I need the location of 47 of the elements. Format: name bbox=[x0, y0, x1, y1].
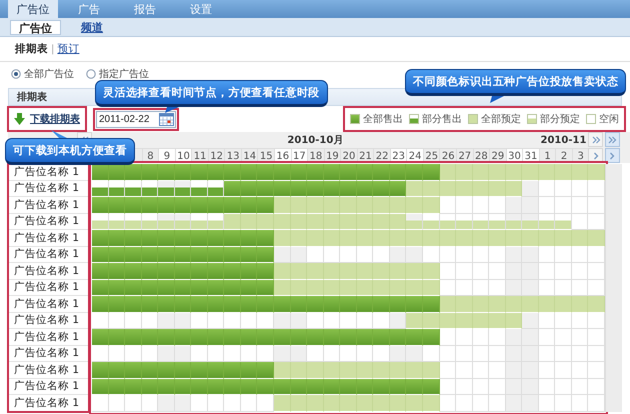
ad-slot-name: 广告位名称 1 bbox=[8, 329, 89, 346]
ad-slot-name: 广告位名称 1 bbox=[8, 395, 89, 412]
ad-slot-name: 广告位名称 1 bbox=[8, 362, 89, 378]
legend-label: 全部预定 bbox=[481, 112, 521, 126]
day-header: 20 bbox=[340, 148, 357, 163]
page-tab[interactable]: 预订 bbox=[57, 42, 80, 56]
tab-separator: | bbox=[51, 44, 54, 54]
nav-tab[interactable]: 广告位 bbox=[8, 0, 58, 18]
callout-tooltip: 可下载到本机方便查看 bbox=[5, 130, 135, 165]
month-label: 2010-10月 bbox=[286, 134, 344, 148]
ad-slot-name: 广告位名称 1 bbox=[8, 378, 89, 395]
legend-label: 部分售出 bbox=[422, 112, 462, 126]
ad-slot-name: 广告位名称 1 bbox=[8, 230, 89, 246]
ad-slot-name: 广告位名称 1 bbox=[8, 246, 89, 263]
ad-slot-name: 广告位名称 1 bbox=[8, 296, 89, 312]
day-header: 16 bbox=[274, 148, 291, 163]
day-header: 18 bbox=[307, 148, 324, 163]
day-header: 24 bbox=[406, 148, 423, 163]
ad-slot-name: 广告位名称 1 bbox=[8, 214, 89, 230]
ad-slot-name: 广告位名称 1 bbox=[8, 312, 89, 329]
day-header: 9 bbox=[158, 148, 175, 163]
day-header: 27 bbox=[456, 148, 473, 163]
ad-slot-name: 广告位名称 1 bbox=[8, 263, 89, 280]
ad-slot-name: 广告位名称 1 bbox=[8, 197, 89, 214]
legend-label: 全部售出 bbox=[363, 112, 403, 126]
ad-slot-name: 广告位名称 1 bbox=[8, 280, 89, 296]
day-header: 26 bbox=[439, 148, 456, 163]
day-header: 11 bbox=[191, 148, 208, 163]
legend-label: 部分预定 bbox=[540, 112, 580, 126]
callout-tooltip: 灵活选择查看时间节点，方便查看任意时段 bbox=[95, 80, 328, 113]
ad-slot-name: 广告位名称 1 bbox=[8, 180, 89, 197]
legend-label: 空闲 bbox=[599, 112, 619, 126]
day-header: 31 bbox=[522, 148, 539, 163]
radio-option[interactable]: 指定广告位 bbox=[86, 67, 149, 81]
day-header: 2 bbox=[555, 148, 572, 163]
day-header: 22 bbox=[373, 148, 390, 163]
callout-tooltip: 不同颜色标识出五种广告位投放售卖状态 bbox=[405, 69, 626, 103]
month-label: 2010-11 bbox=[540, 134, 588, 148]
download-link[interactable]: 下载排期表 bbox=[14, 112, 80, 126]
day-header: 15 bbox=[257, 148, 274, 163]
sub-nav-tab[interactable]: 广告位 bbox=[10, 20, 61, 34]
day-header: 13 bbox=[224, 148, 241, 163]
sub-nav-tab[interactable]: 频道 bbox=[73, 20, 111, 34]
ad-slot-name: 广告位名称 1 bbox=[8, 346, 89, 362]
radio-option[interactable]: 全部广告位 bbox=[11, 67, 74, 81]
day-header: 29 bbox=[489, 148, 506, 163]
page-tab[interactable]: 排期表 bbox=[15, 42, 48, 56]
